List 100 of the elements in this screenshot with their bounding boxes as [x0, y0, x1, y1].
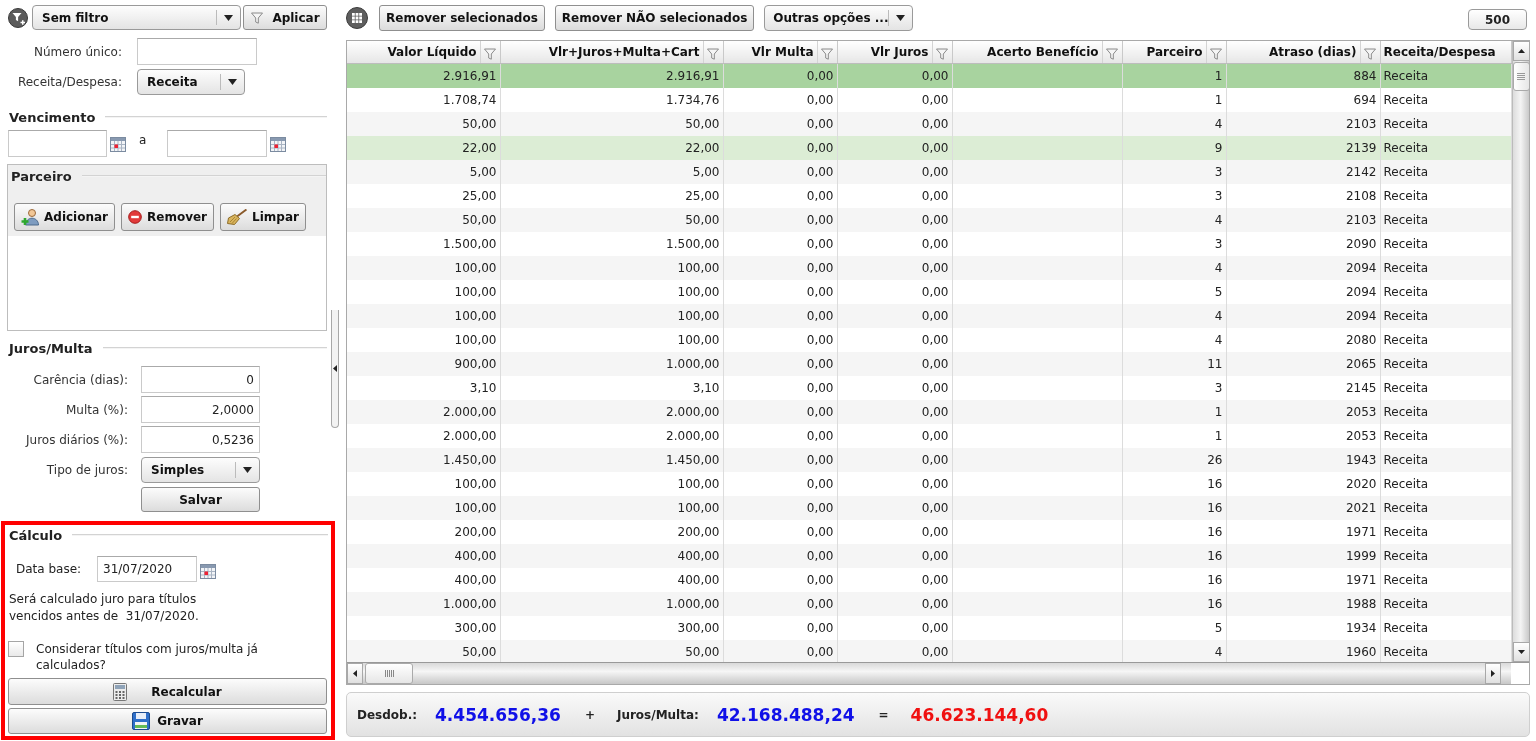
table-cell: Receita	[1380, 447, 1511, 472]
total-amount: 46.623.144,60	[910, 704, 1049, 725]
table-cell: 16	[1122, 519, 1226, 544]
date-field[interactable]: 31/07/2020	[97, 556, 197, 582]
table-cell: 0,00	[723, 471, 837, 496]
table-cell: 0,00	[723, 615, 837, 640]
table-cell: 100,00	[500, 279, 723, 304]
table-row[interactable]: 100,00 100,00 0,00 0,00 16 2021 Receita	[347, 495, 1511, 520]
calendar-icon[interactable]	[270, 136, 287, 152]
date-field[interactable]	[167, 130, 268, 157]
table-cell: 0,00	[837, 303, 952, 328]
type-dropdown[interactable]: Simples	[141, 457, 260, 483]
table-cell: 1.450,00	[347, 447, 500, 472]
table-cell: 25,00	[347, 183, 500, 208]
partner-button[interactable]: Adicionar	[14, 203, 116, 231]
type-dropdown[interactable]: Receita	[137, 69, 245, 95]
table-row[interactable]: 2.000,00 2.000,00 0,00 0,00 1 2053 Receita	[347, 423, 1511, 448]
checkbox-label[interactable]: Considerar títulos com juros/multa já calculados?	[36, 641, 276, 673]
scroll-up-button[interactable]	[1512, 41, 1529, 61]
table-row[interactable]: 50,00 50,00 0,00 0,00 4 2103 Receita	[347, 207, 1511, 232]
apply-button[interactable]: Aplicar	[243, 5, 327, 30]
scrollbar-thumb[interactable]	[365, 663, 413, 684]
table-row[interactable]: 100,00 100,00 0,00 0,00 5 2094 Receita	[347, 279, 1511, 304]
column-header[interactable]: Parceiro	[1122, 41, 1226, 64]
column-header[interactable]: Vlr Multa	[723, 41, 837, 64]
table-cell: 100,00	[347, 471, 500, 496]
input-field[interactable]: 0,5236	[141, 426, 260, 453]
table-cell: 2108	[1226, 183, 1380, 208]
save-record-button[interactable]: Gravar	[8, 708, 327, 734]
table-row[interactable]: 3,10 3,10 0,00 0,00 3 2145 Receita	[347, 375, 1511, 400]
calendar-icon[interactable]	[110, 136, 126, 152]
table-row[interactable]: 100,00 100,00 0,00 0,00 4 2094 Receita	[347, 303, 1511, 328]
toolbar-button[interactable]: Remover selecionados	[379, 5, 545, 31]
collapse-arrow-icon[interactable]	[333, 365, 337, 372]
column-header[interactable]: Vlr+Juros+Multa+Cart	[500, 41, 723, 64]
partner-button[interactable]: Remover	[121, 203, 215, 231]
table-row[interactable]: 1.000,00 1.000,00 0,00 0,00 16 1988 Receita	[347, 591, 1511, 616]
input-field[interactable]: 0	[141, 366, 260, 393]
filter-icon	[1363, 46, 1377, 61]
filter-icon	[706, 46, 720, 61]
checkbox[interactable]	[8, 641, 24, 657]
field-label: Número único:	[33, 44, 122, 59]
toolbar-button[interactable]: Remover NÃO selecionados	[554, 5, 755, 31]
save-button[interactable]: Salvar	[141, 487, 260, 512]
table-cell: 0,00	[723, 63, 837, 88]
table-cell: 0,00	[723, 255, 837, 280]
table-cell: 0,00	[837, 375, 952, 400]
scroll-left-button[interactable]	[347, 663, 363, 684]
table-row[interactable]: 22,00 22,00 0,00 0,00 9 2139 Receita	[347, 135, 1511, 160]
table-row[interactable]: 1.450,00 1.450,00 0,00 0,00 26 1943 Receita	[347, 447, 1511, 472]
table-cell: 0,00	[837, 543, 952, 568]
table-cell: 2094	[1226, 255, 1380, 280]
recalculate-button[interactable]: Recalcular	[8, 678, 327, 705]
column-header[interactable]: Valor Líquido	[347, 41, 500, 64]
table-cell: 1971	[1226, 519, 1380, 544]
table-row[interactable]: 25,00 25,00 0,00 0,00 3 2108 Receita	[347, 183, 1511, 208]
table-cell: 4	[1122, 303, 1226, 328]
date-field[interactable]	[8, 130, 107, 157]
table-row[interactable]: 100,00 100,00 0,00 0,00 16 2020 Receita	[347, 471, 1511, 496]
partner-button[interactable]: Limpar	[220, 203, 306, 231]
table-row[interactable]: 2.916,91 2.916,91 0,00 0,00 1 884 Receita	[347, 63, 1511, 88]
options-dropdown[interactable]: Outras opções ...	[764, 5, 914, 31]
scroll-down-button[interactable]	[1512, 642, 1529, 663]
table-row[interactable]: 5,00 5,00 0,00 0,00 3 2142 Receita	[347, 159, 1511, 184]
filter-add-icon[interactable]	[8, 7, 28, 28]
column-header[interactable]: Vlr Juros	[837, 41, 952, 64]
field-label: Multa (%):	[65, 402, 128, 417]
scrollbar-thumb[interactable]	[1512, 62, 1529, 91]
column-header[interactable]: Receita/Despesa	[1380, 41, 1511, 64]
input-field[interactable]	[137, 38, 257, 65]
caret-icon	[228, 79, 237, 85]
table-row[interactable]: 1.708,74 1.734,76 0,00 0,00 1 694 Receita	[347, 87, 1511, 112]
splitter-handle[interactable]	[331, 310, 339, 428]
table-row[interactable]: 50,00 50,00 0,00 0,00 4 1960 Receita	[347, 639, 1511, 663]
grid-icon[interactable]	[346, 7, 368, 29]
table-row[interactable]: 2.000,00 2.000,00 0,00 0,00 1 2053 Receita	[347, 399, 1511, 424]
caret-icon	[896, 15, 906, 21]
table-row[interactable]: 200,00 200,00 0,00 0,00 16 1971 Receita	[347, 519, 1511, 544]
table-cell: 16	[1122, 471, 1226, 496]
column-header[interactable]: Acerto Benefício	[952, 41, 1122, 64]
table-cell: 0,00	[723, 591, 837, 616]
table-cell: 100,00	[347, 279, 500, 304]
horizontal-scrollbar[interactable]	[347, 663, 1511, 684]
table-row[interactable]: 900,00 1.000,00 0,00 0,00 11 2065 Receita	[347, 351, 1511, 376]
calendar-icon[interactable]	[200, 563, 216, 579]
table-row[interactable]: 1.500,00 1.500,00 0,00 0,00 3 2090 Receita	[347, 231, 1511, 256]
filter-dropdown[interactable]: Sem filtro	[32, 5, 241, 30]
column-header[interactable]: Atraso (dias)	[1226, 41, 1380, 64]
table-row[interactable]: 400,00 400,00 0,00 0,00 16 1971 Receita	[347, 567, 1511, 592]
table-row[interactable]: 300,00 300,00 0,00 0,00 5 1934 Receita	[347, 615, 1511, 640]
input-field[interactable]: 2,0000	[141, 396, 260, 423]
table-row[interactable]: 400,00 400,00 0,00 0,00 16 1999 Receita	[347, 543, 1511, 568]
scroll-right-button[interactable]	[1485, 663, 1501, 684]
table-row[interactable]: 100,00 100,00 0,00 0,00 4 2094 Receita	[347, 255, 1511, 280]
record-count-badge: 500	[1468, 9, 1527, 30]
table-cell: 1.450,00	[500, 447, 723, 472]
table-row[interactable]: 100,00 100,00 0,00 0,00 4 2080 Receita	[347, 327, 1511, 352]
table-cell: 16	[1122, 543, 1226, 568]
table-cell: 3	[1122, 231, 1226, 256]
table-row[interactable]: 50,00 50,00 0,00 0,00 4 2103 Receita	[347, 111, 1511, 136]
